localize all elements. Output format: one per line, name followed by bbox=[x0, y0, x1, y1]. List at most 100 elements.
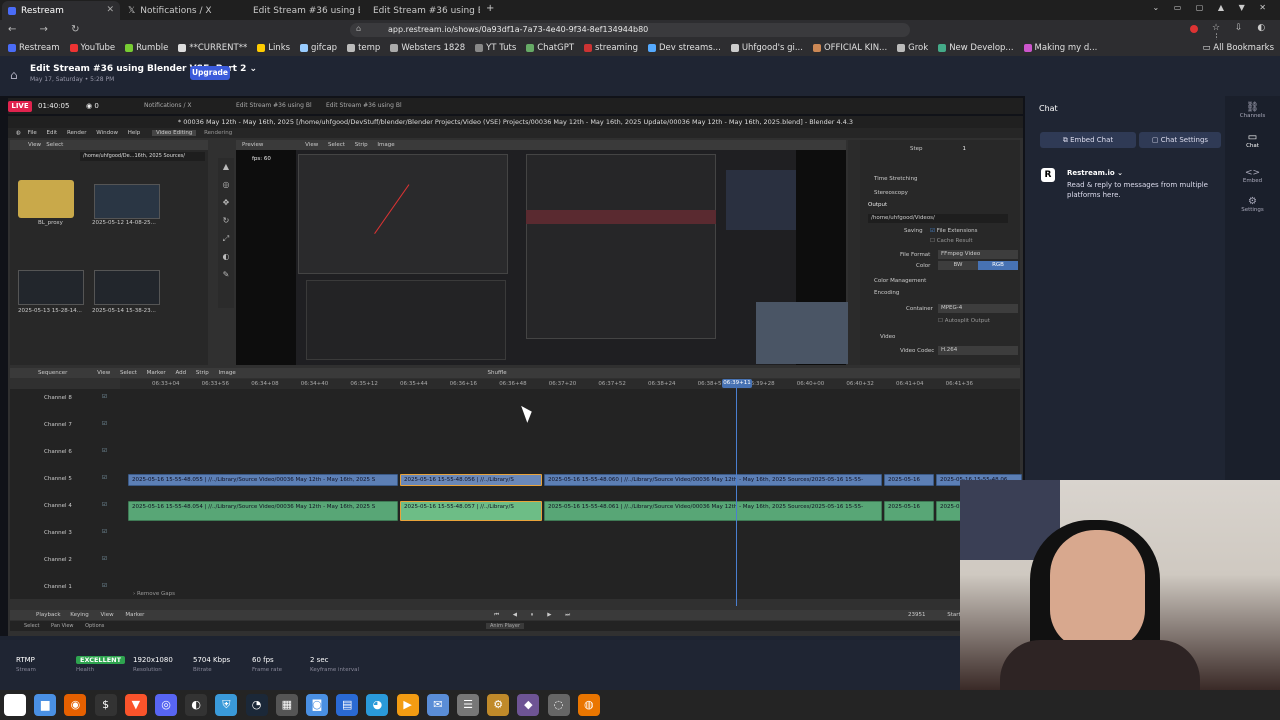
output-path-field[interactable]: /home/uhfgood/Videos/ bbox=[868, 214, 1008, 223]
color-management-section[interactable]: Color Management bbox=[874, 278, 926, 284]
bookmark-14[interactable]: Grok bbox=[897, 43, 928, 53]
menu-file[interactable]: File bbox=[28, 130, 37, 136]
channel-header[interactable]: Channel 2 ☑ bbox=[10, 555, 120, 569]
bookmark-3[interactable]: **CURRENT** bbox=[178, 43, 247, 53]
blender-icon[interactable]: ◍ bbox=[577, 694, 600, 716]
encoding-section[interactable]: Encoding bbox=[874, 290, 899, 296]
video-strip[interactable]: 2025-05-16 15-55-48.055 | //../Library/S… bbox=[128, 474, 398, 486]
file-format-dropdown[interactable]: FFmpeg Video bbox=[938, 250, 1018, 259]
bookmark-6[interactable]: temp bbox=[347, 43, 380, 53]
extension-icon[interactable] bbox=[1190, 25, 1198, 33]
channel-checkbox[interactable]: ☑ bbox=[102, 394, 107, 400]
color-bw-button[interactable]: BW bbox=[938, 261, 978, 270]
tab-restream[interactable]: Restream ✕ bbox=[2, 1, 120, 20]
file-extensions-checkbox[interactable]: ☑ File Extensions bbox=[930, 228, 978, 234]
tool-icons[interactable]: ▲ ◎ ✥ ↻ ⤢ ◐ ✎ bbox=[218, 158, 234, 284]
terminal-icon[interactable]: $ bbox=[94, 694, 117, 716]
rail-channels[interactable]: ⛓ Channels bbox=[1225, 102, 1280, 119]
channel-checkbox[interactable]: ☑ bbox=[102, 502, 107, 508]
firefox-icon[interactable]: ◉ bbox=[64, 694, 87, 716]
channel-header[interactable]: Channel 1 ☑ bbox=[10, 582, 120, 596]
channel-checkbox[interactable]: ☑ bbox=[102, 529, 107, 535]
start-field[interactable]: Start bbox=[947, 612, 960, 618]
document-icon[interactable]: ▤ bbox=[336, 694, 359, 716]
autosplit-checkbox[interactable]: ☐ Autosplit Output bbox=[938, 318, 990, 324]
bookmark-0[interactable]: Restream bbox=[8, 43, 60, 53]
rail-settings[interactable]: ⚙ Settings bbox=[1225, 196, 1280, 213]
bookmark-12[interactable]: Uhfgood's gi... bbox=[730, 43, 803, 53]
workspace-rendering[interactable]: Rendering bbox=[204, 130, 232, 136]
channel-header[interactable]: Channel 4 ☑ bbox=[10, 501, 120, 515]
video-strip[interactable]: 2025-05-16 15-55-48.056 | //../Library/S bbox=[400, 474, 542, 486]
mail-icon[interactable]: ✉ bbox=[426, 694, 449, 716]
folder-icon[interactable] bbox=[18, 180, 74, 218]
files-icon[interactable]: ▆ bbox=[34, 694, 57, 716]
bookmark-7[interactable]: Websters 1828 bbox=[390, 43, 465, 53]
remove-gaps-label[interactable]: › Remove Gaps bbox=[133, 591, 175, 597]
menu-help[interactable]: Help bbox=[128, 130, 141, 136]
bookmark-15[interactable]: New Develop... bbox=[938, 43, 1014, 53]
obs-icon[interactable]: ◐ bbox=[185, 694, 208, 716]
menu-window[interactable]: Window bbox=[96, 130, 118, 136]
bookmark-8[interactable]: YT Tuts bbox=[475, 43, 516, 53]
current-frame-field[interactable]: 23951 bbox=[908, 612, 926, 618]
linux-mint-menu-icon[interactable]: Ⓜ bbox=[4, 694, 26, 716]
calculator-icon[interactable]: ▦ bbox=[275, 694, 298, 716]
tab-edit-stream-2[interactable]: Edit Stream #36 using Bl bbox=[362, 1, 480, 20]
chat-settings-button[interactable]: ▢ Chat Settings bbox=[1139, 132, 1221, 148]
bookmark-13[interactable]: OFFICIAL KIN... bbox=[812, 43, 887, 53]
video-thumbnail[interactable] bbox=[94, 184, 160, 219]
channel-checkbox[interactable]: ☑ bbox=[102, 421, 107, 427]
channel-header[interactable]: Channel 7 ☑ bbox=[10, 420, 120, 434]
workspace-video-editing[interactable]: Video Editing bbox=[152, 130, 197, 136]
video-thumbnail[interactable] bbox=[18, 270, 84, 305]
bookmark-9[interactable]: ChatGPT bbox=[526, 43, 574, 53]
channel-checkbox[interactable]: ☑ bbox=[102, 448, 107, 454]
bookmark-11[interactable]: Dev streams... bbox=[647, 43, 721, 53]
anim-player-tab[interactable]: Anim Player bbox=[486, 623, 524, 629]
bookmark-5[interactable]: gifcap bbox=[300, 43, 337, 53]
video-strip[interactable]: 2025-05-16 bbox=[884, 474, 934, 486]
time-ruler[interactable]: 06:33+04 06:33+56 06:34+08 06:34+40 06:35+12… bbox=[120, 379, 1020, 389]
channel-header[interactable]: Channel 6 ☑ bbox=[10, 447, 120, 461]
audio-strip[interactable]: 2025-05-16 bbox=[884, 501, 934, 521]
file-path-field[interactable]: /home/uhfgood/De...16th, 2025 Sources/ bbox=[80, 152, 205, 161]
output-section[interactable]: Output bbox=[868, 202, 887, 208]
rail-embed[interactable]: <> Embed bbox=[1225, 168, 1280, 184]
time-stretching-section[interactable]: Time Stretching bbox=[874, 176, 918, 182]
window-controls[interactable]: ⌄ ▭ ▢ ▲ ▼ ✕ bbox=[1152, 3, 1272, 12]
channel-header[interactable]: Channel 3 ☑ bbox=[10, 528, 120, 542]
new-tab-icon[interactable]: + bbox=[486, 3, 494, 14]
channel-header[interactable]: Channel 5 ☑ bbox=[10, 474, 120, 488]
app-icon[interactable]: ◌ bbox=[547, 694, 570, 716]
media-icon[interactable]: ▶ bbox=[396, 694, 419, 716]
close-tab-icon[interactable]: ✕ bbox=[106, 5, 114, 15]
rail-chat[interactable]: ▭ Chat bbox=[1225, 132, 1280, 149]
github-icon[interactable]: ◆ bbox=[517, 694, 540, 716]
steam-icon[interactable]: ◔ bbox=[245, 694, 268, 716]
bookmark-2[interactable]: Rumble bbox=[125, 43, 168, 53]
stereoscopy-section[interactable]: Stereoscopy bbox=[874, 190, 908, 196]
color-rgb-button[interactable]: RGB bbox=[978, 261, 1018, 270]
site-info-icon[interactable]: ⌂ bbox=[356, 24, 361, 33]
tab-edit-stream-1[interactable]: Edit Stream #36 using Bl bbox=[242, 1, 360, 20]
embed-chat-button[interactable]: ⧉ Embed Chat bbox=[1040, 132, 1136, 148]
menu-edit[interactable]: Edit bbox=[47, 130, 58, 136]
container-dropdown[interactable]: MPEG-4 bbox=[938, 304, 1018, 313]
browser-icon[interactable]: ◕ bbox=[366, 694, 389, 716]
channel-header[interactable]: Channel 8 ☑ bbox=[10, 393, 120, 407]
bookmark-10[interactable]: streaming bbox=[584, 43, 638, 53]
bookmark-16[interactable]: Making my d... bbox=[1023, 43, 1097, 53]
home-icon[interactable]: ⌂ bbox=[10, 68, 18, 82]
properties-tabs[interactable] bbox=[848, 140, 860, 365]
video-codec-dropdown[interactable]: H.264 bbox=[938, 346, 1018, 355]
video-section[interactable]: Video bbox=[880, 334, 895, 340]
audio-strip[interactable]: 2025-05-16 15-55-48.054 | //../Library/S… bbox=[128, 501, 398, 521]
discord-icon[interactable]: ◎ bbox=[155, 694, 177, 716]
url-field[interactable]: ⌂ app.restream.io/shows/0a93df1a-7a73-4e… bbox=[350, 23, 910, 37]
channel-checkbox[interactable]: ☑ bbox=[102, 583, 107, 589]
gear-icon[interactable]: ⚙ bbox=[487, 694, 510, 716]
video-thumbnail[interactable] bbox=[94, 270, 160, 305]
all-bookmarks[interactable]: ▭ All Bookmarks bbox=[1203, 43, 1274, 53]
camera-icon[interactable]: ◙ bbox=[306, 694, 328, 716]
